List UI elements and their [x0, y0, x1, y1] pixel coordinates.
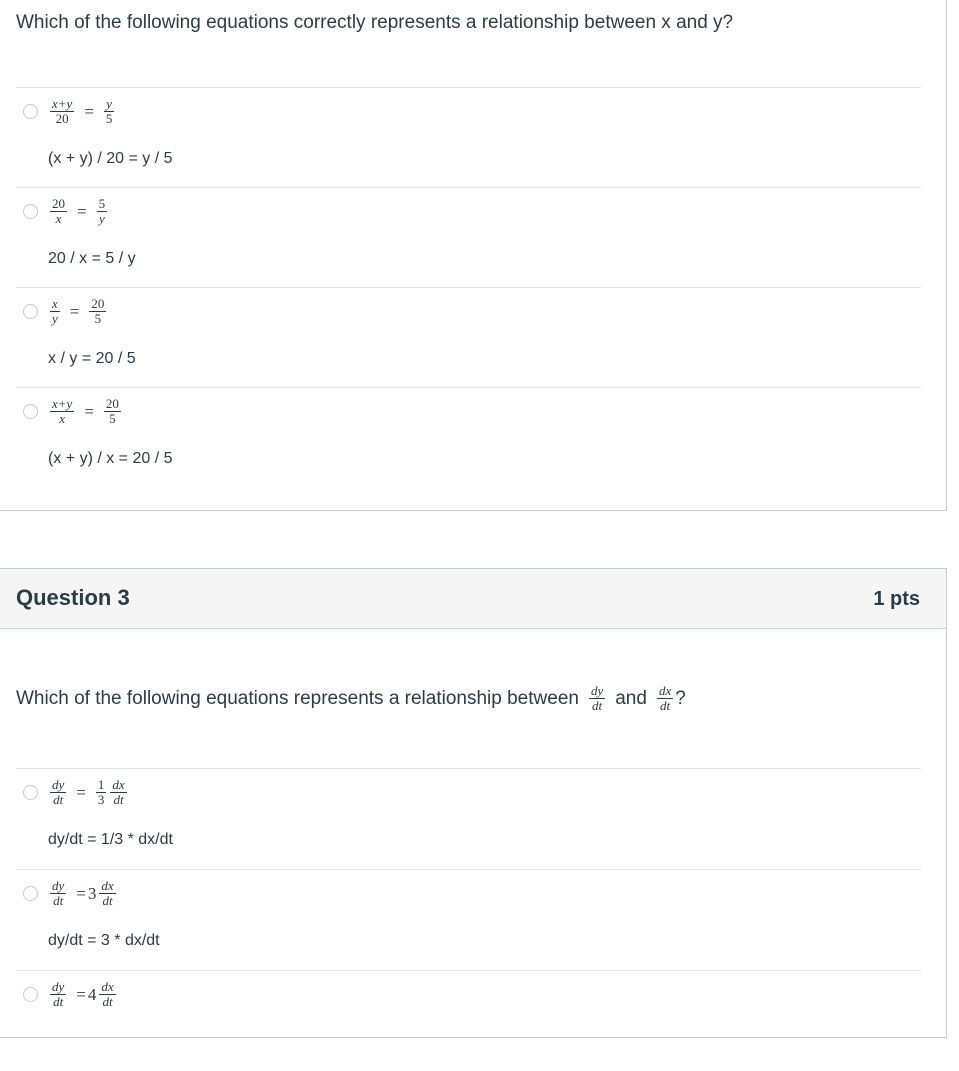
- numerator: 20: [89, 296, 107, 312]
- question-2-card: Which of the following equations correct…: [0, 0, 947, 511]
- equation-text: dy/dt = 1/3 * dx/dt: [48, 831, 173, 848]
- denominator: y: [98, 211, 105, 226]
- radio-button[interactable]: [23, 204, 38, 219]
- numerator: 5: [96, 196, 108, 212]
- equation-text: x / y = 20 / 5: [48, 350, 136, 367]
- answer-option[interactable]: dy dt = 3 dx dt dy/dt = 3 * dx/dt: [16, 869, 921, 970]
- equation-math: x+y x = 20 5: [50, 396, 121, 426]
- equation-text: dy/dt = 3 * dx/dt: [48, 932, 160, 949]
- answer-option[interactable]: x+y x = 20 5 (x + y) / x = 20 / 5: [16, 387, 921, 487]
- denominator: dt: [53, 893, 64, 908]
- numerator: x: [50, 296, 60, 312]
- question-3-card: Question 3 1 pts Which of the following …: [0, 568, 947, 1038]
- question-2-prompt: Which of the following equations correct…: [16, 12, 734, 33]
- numerator: dx: [99, 979, 116, 995]
- numerator: dy: [50, 777, 67, 793]
- numerator: y: [104, 96, 115, 112]
- coefficient: 3: [87, 883, 97, 903]
- numerator: 20: [50, 196, 67, 212]
- question-points: 1 pts: [873, 588, 920, 610]
- equation-math: dy dt = 13 dx dt: [50, 777, 127, 807]
- dx-dt-fraction: dx dt: [655, 684, 675, 713]
- equation-math: 20 x = 5y: [50, 196, 108, 226]
- radio-button[interactable]: [23, 987, 38, 1002]
- equation-math: xy = 20 5: [50, 296, 107, 326]
- equation-text: (x + y) / x = 20 / 5: [48, 450, 173, 467]
- denominator: dt: [102, 893, 113, 908]
- question-title: Question 3: [16, 585, 130, 610]
- question-3-prompt: Which of the following equations represe…: [16, 684, 686, 713]
- equation-text: 20 / x = 5 / y: [48, 250, 136, 267]
- radio-button[interactable]: [23, 886, 38, 901]
- denominator: dt: [53, 792, 64, 807]
- question-2-answers: x+y 20 = y5 (x + y) / 20 = y / 5 20 x = 5y…: [16, 87, 921, 487]
- numerator: dx: [656, 683, 674, 699]
- radio-button[interactable]: [23, 304, 38, 319]
- answer-option[interactable]: 20 x = 5y 20 / x = 5 / y: [16, 187, 921, 287]
- numerator: 1: [95, 777, 107, 793]
- numerator: dy: [50, 878, 67, 894]
- denominator: dt: [592, 698, 603, 713]
- prompt-and: and: [615, 687, 647, 709]
- denominator: 3: [97, 792, 105, 807]
- denominator: 20: [55, 111, 69, 126]
- dy-dt-fraction: dy dt: [587, 684, 607, 713]
- radio-button[interactable]: [23, 785, 38, 800]
- numerator: dx: [110, 777, 127, 793]
- denominator: 5: [109, 411, 116, 426]
- prompt-end: ?: [675, 687, 686, 709]
- answer-option[interactable]: xy = 20 5 x / y = 20 / 5: [16, 287, 921, 387]
- answer-option[interactable]: dy dt = 4 dx dt: [16, 970, 921, 1071]
- numerator: x+y: [50, 96, 75, 112]
- coefficient: 4: [87, 984, 97, 1004]
- denominator: 5: [94, 311, 102, 326]
- numerator: x+y: [50, 396, 75, 412]
- numerator: dy: [50, 979, 67, 995]
- equation-math: dy dt = 3 dx dt: [50, 878, 116, 908]
- answer-option[interactable]: x+y 20 = y5 (x + y) / 20 = y / 5: [16, 87, 921, 187]
- numerator: dy: [588, 683, 606, 699]
- equation-math: dy dt = 4 dx dt: [50, 979, 116, 1009]
- answer-option[interactable]: dy dt = 13 dx dt dy/dt = 1/3 * dx/dt: [16, 768, 921, 869]
- equation-text: (x + y) / 20 = y / 5: [48, 150, 173, 167]
- denominator: x: [59, 411, 66, 426]
- denominator: dt: [113, 792, 124, 807]
- denominator: dt: [102, 994, 113, 1009]
- question-header: Question 3 1 pts: [0, 569, 946, 629]
- denominator: dt: [53, 994, 64, 1009]
- radio-button[interactable]: [23, 104, 38, 119]
- denominator: 5: [105, 111, 113, 126]
- equation-math: x+y 20 = y5: [50, 96, 115, 126]
- denominator: dt: [660, 698, 671, 713]
- denominator: y: [52, 311, 58, 326]
- prompt-text: Which of the following equations represe…: [16, 687, 579, 709]
- radio-button[interactable]: [23, 404, 38, 419]
- question-3-answers: dy dt = 13 dx dt dy/dt = 1/3 * dx/dt dy dt …: [16, 768, 921, 1071]
- denominator: x: [55, 211, 62, 226]
- numerator: dx: [99, 878, 116, 894]
- numerator: 20: [103, 396, 121, 412]
